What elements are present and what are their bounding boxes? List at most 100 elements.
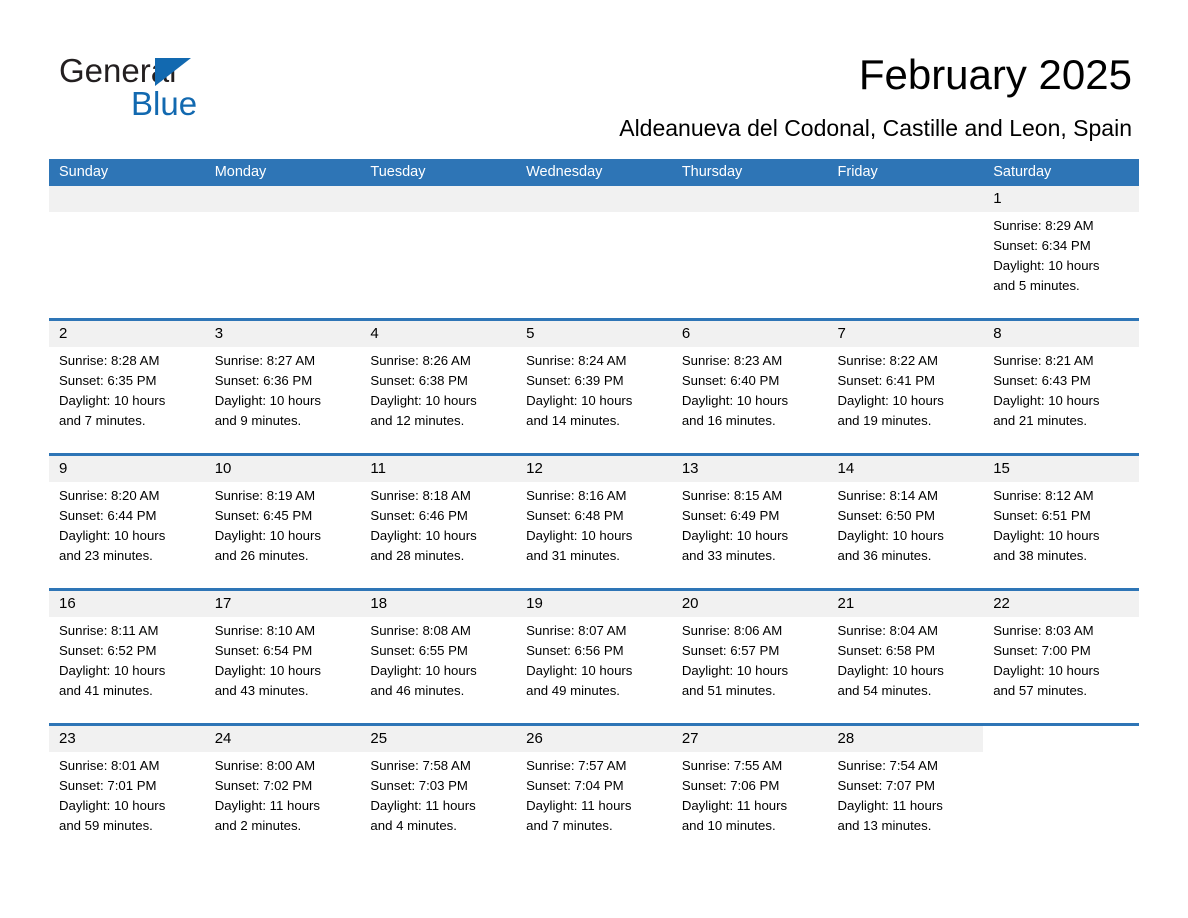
page-subtitle: Aldeanueva del Codonal, Castille and Leo…	[619, 115, 1132, 141]
day-cell[interactable]: 14 Sunrise: 8:14 AM Sunset: 6:50 PM Dayl…	[827, 456, 984, 588]
weekday-header-row: Sunday Monday Tuesday Wednesday Thursday…	[49, 159, 1139, 186]
day-cell	[671, 186, 828, 318]
daylight-text-line1: Daylight: 10 hours	[681, 393, 789, 408]
sunrise-text: Sunrise: 8:21 AM	[993, 353, 1094, 368]
daylight-text-line1: Daylight: 11 hours	[526, 798, 632, 813]
day-cell[interactable]: 15 Sunrise: 8:12 AM Sunset: 6:51 PM Dayl…	[983, 456, 1139, 588]
sunset-text: Sunset: 6:56 PM	[526, 643, 624, 658]
weekday-header-thursday: Thursday	[681, 164, 743, 180]
day-details: Sunrise: 8:27 AM Sunset: 6:36 PM Dayligh…	[205, 347, 361, 431]
day-number-band	[204, 186, 361, 212]
sunrise-text: Sunrise: 8:20 AM	[59, 488, 160, 503]
sunrise-text: Sunrise: 8:10 AM	[214, 623, 316, 638]
sunrise-text: Sunrise: 8:29 AM	[993, 218, 1094, 233]
day-cell[interactable]: 12 Sunrise: 8:16 AM Sunset: 6:48 PM Dayl…	[516, 456, 672, 588]
daylight-text-line2: and 38 minutes.	[993, 548, 1088, 563]
day-number-band: 23	[49, 726, 205, 752]
day-cell[interactable]: 20 Sunrise: 8:06 AM Sunset: 6:57 PM Dayl…	[671, 591, 828, 723]
weekday-header-saturday: Saturday	[993, 164, 1052, 180]
sunrise-text: Sunrise: 8:27 AM	[214, 353, 316, 368]
day-cell[interactable]: 18 Sunrise: 8:08 AM Sunset: 6:55 PM Dayl…	[360, 591, 517, 723]
day-details: Sunrise: 8:00 AM Sunset: 7:02 PM Dayligh…	[205, 752, 361, 836]
sunset-text: Sunset: 6:57 PM	[681, 643, 780, 658]
day-details: Sunrise: 8:21 AM Sunset: 6:43 PM Dayligh…	[983, 347, 1139, 431]
day-number-band: 14	[827, 456, 984, 482]
sunset-text: Sunset: 6:58 PM	[837, 643, 936, 658]
daylight-text-line1: Daylight: 11 hours	[837, 798, 943, 813]
day-cell[interactable]: 10 Sunrise: 8:19 AM Sunset: 6:45 PM Dayl…	[204, 456, 361, 588]
day-details: Sunrise: 8:22 AM Sunset: 6:41 PM Dayligh…	[828, 347, 984, 431]
brand-logo[interactable]: General Blue	[59, 52, 379, 124]
day-details: Sunrise: 8:03 AM Sunset: 7:00 PM Dayligh…	[983, 617, 1139, 701]
sunrise-text: Sunrise: 8:19 AM	[214, 488, 316, 503]
day-cell[interactable]: 21 Sunrise: 8:04 AM Sunset: 6:58 PM Dayl…	[827, 591, 984, 723]
day-number: 9	[59, 460, 68, 477]
sunrise-text: Sunrise: 8:23 AM	[681, 353, 783, 368]
daylight-text-line1: Daylight: 10 hours	[214, 393, 321, 408]
day-cell[interactable]: 9 Sunrise: 8:20 AM Sunset: 6:44 PM Dayli…	[49, 456, 205, 588]
day-details: Sunrise: 8:08 AM Sunset: 6:55 PM Dayligh…	[360, 617, 516, 701]
daylight-text-line1: Daylight: 10 hours	[837, 663, 944, 678]
day-cell[interactable]: 23 Sunrise: 8:01 AM Sunset: 7:01 PM Dayl…	[49, 726, 205, 861]
daylight-text-line2: and 7 minutes.	[59, 413, 146, 428]
daylight-text-line2: and 16 minutes.	[681, 413, 776, 428]
sunset-text: Sunset: 6:55 PM	[370, 643, 468, 658]
daylight-text-line1: Daylight: 10 hours	[59, 798, 166, 813]
day-cell[interactable]: 28 Sunrise: 7:54 AM Sunset: 7:07 PM Dayl…	[827, 726, 984, 861]
sunset-text: Sunset: 6:35 PM	[59, 373, 157, 388]
day-cell[interactable]: 24 Sunrise: 8:00 AM Sunset: 7:02 PM Dayl…	[204, 726, 361, 861]
daylight-text-line1: Daylight: 11 hours	[370, 798, 476, 813]
day-number: 11	[370, 460, 386, 477]
day-number-band: 7	[827, 321, 984, 347]
sunrise-text: Sunrise: 8:22 AM	[837, 353, 938, 368]
day-details: Sunrise: 8:01 AM Sunset: 7:01 PM Dayligh…	[49, 752, 205, 836]
day-cell[interactable]: 26 Sunrise: 7:57 AM Sunset: 7:04 PM Dayl…	[516, 726, 672, 861]
daylight-text-line1: Daylight: 10 hours	[993, 663, 1100, 678]
daylight-text-line2: and 31 minutes.	[526, 548, 620, 563]
sunset-text: Sunset: 6:48 PM	[526, 508, 624, 523]
sunrise-text: Sunrise: 7:54 AM	[837, 758, 938, 773]
day-cell[interactable]: 8 Sunrise: 8:21 AM Sunset: 6:43 PM Dayli…	[983, 321, 1139, 453]
sunset-text: Sunset: 6:34 PM	[993, 238, 1091, 253]
page-header: General Blue February 2025 Aldeanueva de…	[0, 0, 1188, 158]
day-number: 25	[370, 730, 388, 747]
day-cell[interactable]: 22 Sunrise: 8:03 AM Sunset: 7:00 PM Dayl…	[983, 591, 1139, 723]
day-number: 12	[526, 460, 543, 477]
day-details: Sunrise: 8:28 AM Sunset: 6:35 PM Dayligh…	[49, 347, 205, 431]
sunset-text: Sunset: 6:38 PM	[370, 373, 468, 388]
day-number: 28	[837, 730, 855, 747]
day-cell[interactable]: 27 Sunrise: 7:55 AM Sunset: 7:06 PM Dayl…	[671, 726, 828, 861]
day-details: Sunrise: 8:18 AM Sunset: 6:46 PM Dayligh…	[360, 482, 516, 566]
day-cell[interactable]: 6 Sunrise: 8:23 AM Sunset: 6:40 PM Dayli…	[671, 321, 828, 453]
day-cell[interactable]: 17 Sunrise: 8:10 AM Sunset: 6:54 PM Dayl…	[204, 591, 361, 723]
sunrise-text: Sunrise: 8:11 AM	[59, 623, 159, 638]
sunset-text: Sunset: 6:40 PM	[681, 373, 780, 388]
daylight-text-line1: Daylight: 10 hours	[526, 528, 633, 543]
day-details: Sunrise: 7:57 AM Sunset: 7:04 PM Dayligh…	[516, 752, 672, 836]
day-cell[interactable]: 7 Sunrise: 8:22 AM Sunset: 6:41 PM Dayli…	[827, 321, 984, 453]
daylight-text-line2: and 49 minutes.	[526, 683, 620, 698]
day-cell[interactable]: 11 Sunrise: 8:18 AM Sunset: 6:46 PM Dayl…	[360, 456, 517, 588]
day-details: Sunrise: 8:23 AM Sunset: 6:40 PM Dayligh…	[672, 347, 828, 431]
day-cell[interactable]: 19 Sunrise: 8:07 AM Sunset: 6:56 PM Dayl…	[516, 591, 672, 723]
day-cell[interactable]: 4 Sunrise: 8:26 AM Sunset: 6:38 PM Dayli…	[360, 321, 517, 453]
day-details: Sunrise: 7:54 AM Sunset: 7:07 PM Dayligh…	[828, 752, 984, 836]
day-cell[interactable]: 16 Sunrise: 8:11 AM Sunset: 6:52 PM Dayl…	[49, 591, 205, 723]
day-cell[interactable]: 25 Sunrise: 7:58 AM Sunset: 7:03 PM Dayl…	[360, 726, 517, 861]
weekday-header-friday: Friday	[837, 164, 878, 180]
calendar-grid: Sunday Monday Tuesday Wednesday Thursday…	[49, 159, 1139, 861]
daylight-text-line1: Daylight: 11 hours	[214, 798, 321, 813]
day-cell[interactable]: 13 Sunrise: 8:15 AM Sunset: 6:49 PM Dayl…	[671, 456, 828, 588]
sunrise-text: Sunrise: 7:58 AM	[370, 758, 471, 773]
week-row: 1 Sunrise: 8:29 AM Sunset: 6:34 PM Dayli…	[49, 186, 1139, 318]
day-number-band: 3	[204, 321, 361, 347]
day-details: Sunrise: 8:12 AM Sunset: 6:51 PM Dayligh…	[983, 482, 1139, 566]
day-cell[interactable]: 3 Sunrise: 8:27 AM Sunset: 6:36 PM Dayli…	[204, 321, 361, 453]
week-row: 16 Sunrise: 8:11 AM Sunset: 6:52 PM Dayl…	[49, 588, 1139, 723]
day-cell[interactable]: 2 Sunrise: 8:28 AM Sunset: 6:35 PM Dayli…	[49, 321, 205, 453]
day-cell[interactable]: 1 Sunrise: 8:29 AM Sunset: 6:34 PM Dayli…	[983, 186, 1139, 318]
day-number-band: 26	[516, 726, 672, 752]
day-cell	[360, 186, 517, 318]
day-number: 22	[993, 595, 1010, 612]
day-cell[interactable]: 5 Sunrise: 8:24 AM Sunset: 6:39 PM Dayli…	[516, 321, 672, 453]
